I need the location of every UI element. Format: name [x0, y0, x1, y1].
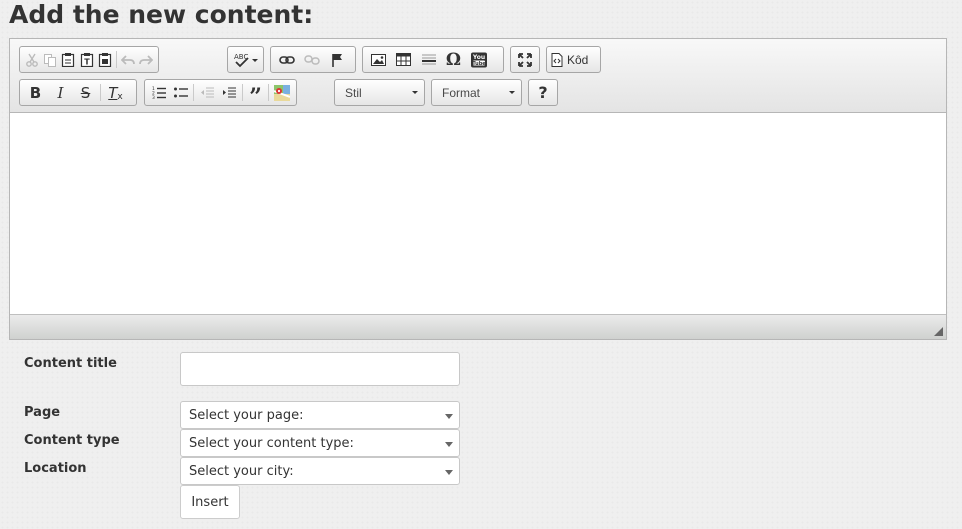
toolbar-separator: [193, 84, 195, 101]
source-label: Kôd: [567, 52, 589, 67]
remove-format-icon[interactable]: Tx: [103, 81, 128, 104]
toolbar-separator: [241, 84, 243, 101]
paste-word-icon[interactable]: [96, 48, 114, 71]
strikethrough-icon[interactable]: S: [73, 81, 98, 104]
help-button[interactable]: ?: [531, 81, 556, 104]
dropdown-arrow-icon: [509, 91, 515, 94]
youtube-icon[interactable]: You Tube: [466, 48, 491, 71]
spellcheck-icon[interactable]: ABC: [228, 48, 263, 71]
editor-status-bar: [10, 314, 946, 339]
content-title-label: Content title: [24, 356, 117, 371]
editor-content-area[interactable]: [10, 114, 946, 314]
undo-icon[interactable]: [119, 48, 137, 71]
resize-handle-icon[interactable]: [934, 327, 943, 336]
content-type-select-value: Select your content type:: [189, 435, 354, 451]
svg-text:Tube: Tube: [472, 61, 486, 67]
location-select[interactable]: Select your city:: [180, 457, 460, 485]
unlink-icon[interactable]: [299, 48, 324, 71]
content-type-select[interactable]: Select your content type:: [180, 429, 460, 457]
anchor-flag-icon[interactable]: [324, 48, 349, 71]
special-character-icon[interactable]: Ω: [441, 48, 466, 71]
italic-icon[interactable]: I: [48, 81, 73, 104]
bold-icon[interactable]: B: [23, 81, 48, 104]
content-title-input[interactable]: [180, 352, 460, 386]
indent-icon[interactable]: [218, 81, 240, 104]
paragraph-group: 123 ”: [144, 79, 297, 108]
paste-icon[interactable]: [59, 48, 77, 71]
source-group: Kôd: [546, 46, 601, 73]
help-group: ?: [528, 79, 558, 106]
blockquote-icon[interactable]: ”: [245, 81, 267, 108]
maximize-group: [510, 46, 540, 73]
format-dropdown-label: Format: [442, 85, 481, 100]
editor-toolbar: T ABC Ω You Tube Kôd B I S T x 1 2 3 ” S…: [10, 39, 946, 113]
table-icon[interactable]: [391, 48, 416, 71]
toolbar-separator: [100, 84, 101, 101]
rich-text-editor: T ABC Ω You Tube Kôd B I S T x 1 2 3 ” S…: [9, 38, 947, 340]
page-title: Add the new content:: [9, 0, 314, 29]
link-group: [270, 46, 356, 73]
cut-icon[interactable]: [23, 48, 41, 71]
image-icon[interactable]: [366, 48, 391, 71]
svg-text:You: You: [471, 54, 484, 61]
style-dropdown[interactable]: Stil: [334, 79, 425, 106]
location-select-value: Select your city:: [189, 463, 294, 479]
source-icon: [551, 52, 563, 67]
toolbar-separator: [115, 51, 117, 68]
chevron-down-icon: [445, 442, 453, 447]
page-label: Page: [24, 405, 61, 420]
chevron-down-icon: [445, 414, 453, 419]
copy-icon[interactable]: [41, 48, 59, 71]
paste-text-icon[interactable]: T: [78, 48, 96, 71]
redo-icon[interactable]: [137, 48, 155, 71]
clipboard-group: T: [19, 46, 159, 73]
horizontal-line-icon[interactable]: [416, 48, 441, 71]
dropdown-arrow-icon: [412, 91, 418, 94]
format-dropdown[interactable]: Format: [431, 79, 522, 106]
help-icon: ?: [538, 83, 548, 102]
svg-text:T: T: [84, 58, 90, 67]
style-dropdown-label: Stil: [345, 85, 362, 100]
maximize-icon[interactable]: [511, 48, 539, 71]
map-icon[interactable]: [271, 81, 293, 104]
page-select-value: Select your page:: [189, 407, 304, 423]
location-label: Location: [24, 461, 87, 476]
svg-text:3: 3: [152, 95, 155, 99]
outdent-icon[interactable]: [196, 81, 218, 104]
numbered-list-icon[interactable]: 123: [148, 81, 170, 104]
basic-styles-group: B I S Tx: [19, 79, 137, 106]
content-type-label: Content type: [24, 433, 120, 448]
link-icon[interactable]: [274, 48, 299, 71]
bulleted-list-icon[interactable]: [170, 81, 192, 104]
page-select[interactable]: Select your page:: [180, 401, 460, 429]
insert-button[interactable]: Insert: [180, 485, 240, 519]
insert-group: Ω You Tube: [362, 46, 504, 73]
spellcheck-group: ABC: [227, 46, 264, 73]
toolbar-separator: [268, 84, 270, 101]
chevron-down-icon: [445, 470, 453, 475]
source-button[interactable]: Kôd: [551, 52, 589, 67]
